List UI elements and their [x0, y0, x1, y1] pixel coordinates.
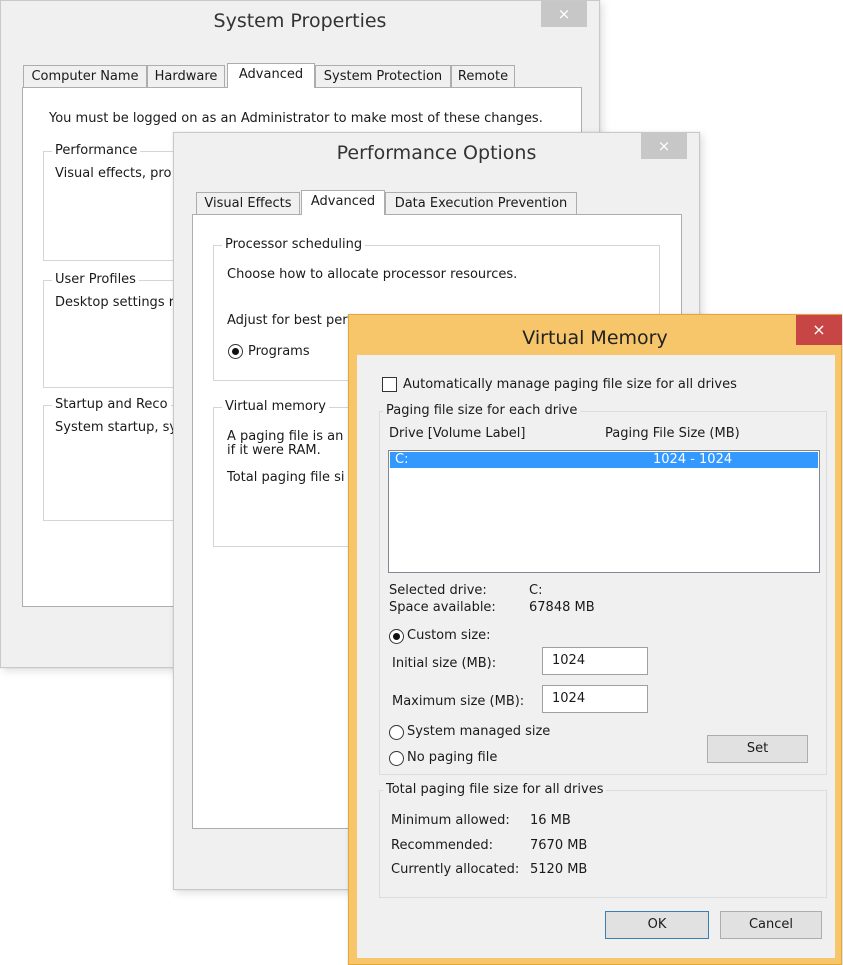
- auto-manage-checkbox[interactable]: [382, 377, 397, 392]
- processor-scheduling-description: Choose how to allocate processor resourc…: [227, 267, 518, 282]
- tab-computer-name[interactable]: Computer Name: [23, 65, 147, 87]
- tab-hardware[interactable]: Hardware: [147, 65, 225, 87]
- custom-size-radio[interactable]: [389, 629, 404, 644]
- total-paging-group: Total paging file size for all drives Mi…: [379, 782, 827, 898]
- admin-notice: You must be logged on as an Administrato…: [49, 111, 543, 126]
- adjust-for-best-performance-label: Adjust for best per: [227, 313, 348, 328]
- close-button[interactable]: ×: [641, 133, 687, 159]
- title-bar[interactable]: System Properties ×: [1, 1, 599, 41]
- size-column-header: Paging File Size (MB): [605, 426, 740, 441]
- virtual-memory-window: Virtual Memory × Automatically manage pa…: [348, 314, 842, 965]
- auto-manage-label[interactable]: Automatically manage paging file size fo…: [403, 377, 737, 392]
- programs-radio[interactable]: [228, 344, 243, 359]
- drive-letter: C:: [395, 452, 409, 467]
- paging-file-description-2: if it were RAM.: [227, 443, 321, 458]
- currently-allocated-value: 5120 MB: [530, 862, 588, 877]
- programs-label: Programs: [248, 344, 310, 359]
- startup-recovery-description: System startup, sy: [55, 420, 178, 435]
- window-title: Performance Options: [336, 142, 537, 164]
- close-button[interactable]: ×: [541, 1, 587, 27]
- minimum-allowed-value: 16 MB: [530, 813, 571, 828]
- cancel-button[interactable]: Cancel: [720, 911, 822, 939]
- tab-data-execution-prevention[interactable]: Data Execution Prevention: [385, 192, 577, 214]
- recommended-label: Recommended:: [391, 838, 493, 853]
- close-button[interactable]: ×: [796, 315, 842, 345]
- drive-column-header: Drive [Volume Label]: [389, 426, 526, 441]
- maximum-size-label: Maximum size (MB):: [392, 694, 525, 709]
- drive-list-row[interactable]: C: 1024 - 1024: [390, 452, 818, 468]
- tab-advanced[interactable]: Advanced: [301, 190, 385, 215]
- space-available-value: 67848 MB: [529, 600, 595, 615]
- total-paging-file-size: Total paging file si: [227, 470, 345, 485]
- tab-system-protection[interactable]: System Protection: [315, 65, 451, 87]
- set-button[interactable]: Set: [707, 735, 808, 763]
- currently-allocated-label: Currently allocated:: [391, 862, 520, 877]
- window-title: Virtual Memory: [522, 327, 668, 349]
- title-bar[interactable]: Performance Options ×: [174, 133, 699, 173]
- drive-paging-size: 1024 - 1024: [653, 452, 733, 467]
- paging-file-description: A paging file is an: [227, 429, 344, 444]
- tab-advanced[interactable]: Advanced: [227, 63, 315, 88]
- paging-file-per-drive-group: Paging file size for each drive Drive [V…: [379, 403, 827, 775]
- user-profiles-description: Desktop settings r: [55, 295, 175, 310]
- maximum-size-input[interactable]: 1024: [542, 685, 648, 713]
- custom-size-label: Custom size:: [407, 628, 491, 643]
- minimum-allowed-label: Minimum allowed:: [391, 813, 510, 828]
- initial-size-label: Initial size (MB):: [392, 656, 497, 671]
- startup-recovery-legend: Startup and Reco: [52, 397, 171, 412]
- user-profiles-legend: User Profiles: [52, 272, 139, 287]
- total-paging-legend: Total paging file size for all drives: [383, 782, 607, 797]
- selected-drive-label: Selected drive:: [389, 583, 487, 598]
- selected-drive-value: C:: [529, 583, 543, 598]
- dialog-body: Automatically manage paging file size fo…: [357, 355, 835, 958]
- window-title: System Properties: [213, 10, 387, 32]
- processor-scheduling-legend: Processor scheduling: [222, 237, 366, 252]
- initial-size-input[interactable]: 1024: [542, 647, 648, 675]
- paging-group-legend: Paging file size for each drive: [383, 403, 581, 418]
- performance-legend: Performance: [52, 143, 141, 158]
- drive-list[interactable]: C: 1024 - 1024: [388, 450, 820, 573]
- virtual-memory-legend: Virtual memory: [222, 399, 329, 414]
- tab-visual-effects[interactable]: Visual Effects: [196, 192, 300, 214]
- title-bar[interactable]: Virtual Memory ×: [349, 315, 842, 355]
- recommended-value: 7670 MB: [530, 838, 588, 853]
- no-paging-file-label: No paging file: [407, 750, 498, 765]
- system-managed-radio[interactable]: [389, 725, 404, 740]
- tab-remote[interactable]: Remote: [451, 65, 515, 87]
- ok-button[interactable]: OK: [605, 911, 709, 939]
- no-paging-file-radio[interactable]: [389, 751, 404, 766]
- space-available-label: Space available:: [389, 600, 496, 615]
- system-managed-label: System managed size: [407, 724, 551, 739]
- performance-description: Visual effects, pro: [55, 166, 172, 181]
